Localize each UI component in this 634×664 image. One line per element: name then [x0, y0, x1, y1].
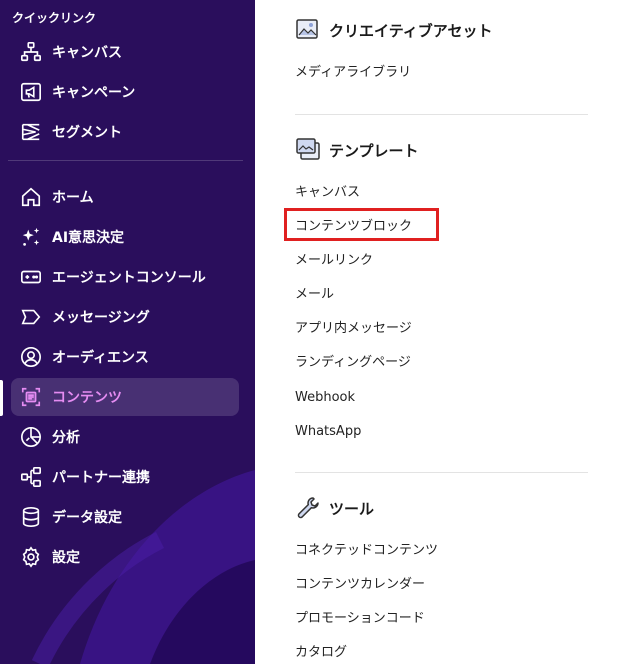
- database-icon: [19, 505, 43, 529]
- sidebar-item-label: データ設定: [52, 510, 122, 526]
- sidebar-item-label: エージェントコンソール: [52, 270, 206, 286]
- content-icon: [19, 385, 43, 409]
- link-email-links[interactable]: メールリンク: [295, 252, 373, 270]
- section-title-label: テンプレート: [329, 141, 419, 160]
- link-whatsapp[interactable]: WhatsApp: [295, 423, 361, 441]
- section-title-templates: テンプレート: [295, 137, 419, 163]
- analytics-icon: [19, 425, 43, 449]
- section-title-tools: ツール: [295, 495, 374, 521]
- sidebar-item-ai-decisioning[interactable]: AI意思決定: [11, 218, 239, 256]
- content-menu-panel: クリエイティブアセット メディアライブラリ テンプレート キャンバス コンテンツ…: [255, 0, 634, 664]
- link-promotion-codes[interactable]: プロモーションコード: [295, 610, 425, 628]
- link-connected-content[interactable]: コネクテッドコンテンツ: [295, 542, 438, 560]
- section-divider: [295, 472, 588, 473]
- sidebar-item-label: 設定: [52, 550, 80, 566]
- sidebar: クイックリンク キャンバス キャンペーン セグメント ホーム AI意思決定 エー…: [0, 0, 255, 664]
- sidebar-divider: [8, 160, 243, 161]
- link-landing-page[interactable]: ランディングページ: [295, 354, 411, 372]
- sidebar-item-analytics[interactable]: 分析: [11, 418, 239, 456]
- home-icon: [19, 185, 43, 209]
- quick-link-segment[interactable]: セグメント: [11, 113, 239, 151]
- section-title-label: クリエイティブアセット: [329, 21, 493, 40]
- link-template-canvas[interactable]: キャンバス: [295, 184, 360, 202]
- quick-link-canvas[interactable]: キャンバス: [11, 33, 239, 71]
- quick-link-label: キャンペーン: [52, 85, 136, 101]
- link-email[interactable]: メール: [295, 286, 334, 304]
- quick-link-label: セグメント: [52, 125, 122, 141]
- sidebar-item-label: 分析: [52, 430, 80, 446]
- gear-icon: [19, 545, 43, 569]
- messaging-icon: [19, 305, 43, 329]
- templates-icon: [295, 137, 321, 163]
- wrench-icon: [295, 495, 321, 521]
- sidebar-item-label: パートナー連携: [52, 470, 150, 486]
- campaign-icon: [19, 80, 43, 104]
- sidebar-item-settings[interactable]: 設定: [11, 538, 239, 576]
- quick-link-label: キャンバス: [52, 45, 122, 61]
- section-title-label: ツール: [329, 499, 375, 518]
- canvas-icon: [19, 40, 43, 64]
- audience-icon: [19, 345, 43, 369]
- sidebar-item-agent-console[interactable]: エージェントコンソール: [11, 258, 239, 296]
- sparkle-icon: [19, 225, 43, 249]
- sidebar-item-audience[interactable]: オーディエンス: [11, 338, 239, 376]
- sidebar-item-data-settings[interactable]: データ設定: [11, 498, 239, 536]
- sidebar-item-content[interactable]: コンテンツ: [11, 378, 239, 416]
- sidebar-item-label: オーディエンス: [52, 350, 149, 366]
- active-indicator: [0, 380, 3, 416]
- sidebar-item-partner-integrations[interactable]: パートナー連携: [11, 458, 239, 496]
- section-title-creative-assets: クリエイティブアセット: [295, 17, 493, 43]
- sidebar-item-label: メッセージング: [52, 310, 150, 326]
- sidebar-item-label: コンテンツ: [52, 390, 122, 406]
- partner-icon: [19, 465, 43, 489]
- link-content-calendar[interactable]: コンテンツカレンダー: [295, 576, 425, 594]
- sidebar-item-messaging[interactable]: メッセージング: [11, 298, 239, 336]
- link-content-blocks[interactable]: コンテンツブロック: [295, 218, 412, 236]
- link-in-app-message[interactable]: アプリ内メッセージ: [295, 320, 412, 338]
- quick-link-campaign[interactable]: キャンペーン: [11, 73, 239, 111]
- sidebar-item-label: ホーム: [52, 190, 94, 206]
- link-media-library[interactable]: メディアライブラリ: [295, 64, 411, 82]
- image-icon: [295, 17, 321, 43]
- agent-console-icon: [19, 265, 43, 289]
- quick-links-label: クイックリンク: [12, 11, 97, 25]
- segment-icon: [19, 120, 43, 144]
- link-webhook[interactable]: Webhook: [295, 389, 355, 407]
- section-divider: [295, 114, 588, 115]
- sidebar-item-home[interactable]: ホーム: [11, 178, 239, 216]
- sidebar-item-label: AI意思決定: [52, 230, 125, 246]
- link-catalogs[interactable]: カタログ: [295, 644, 347, 662]
